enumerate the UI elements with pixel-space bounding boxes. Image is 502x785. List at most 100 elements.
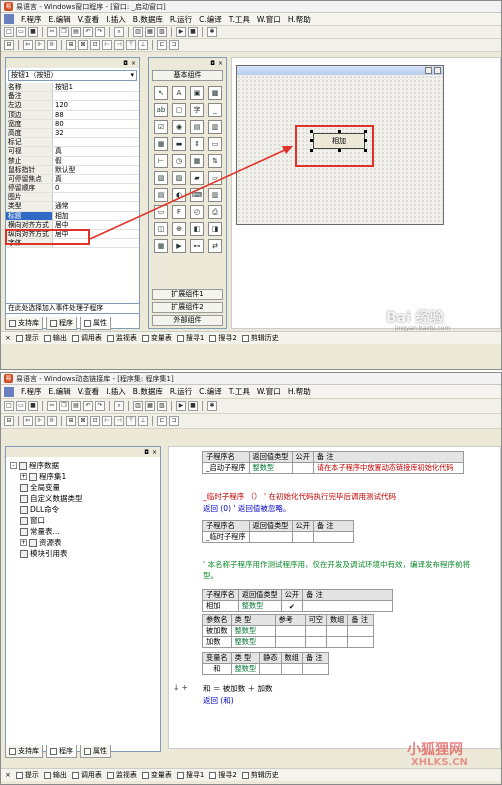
tab-support-lib[interactable]: 支持库 [5,745,43,758]
status-tab[interactable]: 调用表 [71,333,102,343]
cell-sub-name[interactable]: _启动子程序 [202,462,250,474]
status-tab[interactable]: 监视表 [106,770,137,780]
paste-icon[interactable]: ▤ [71,401,81,411]
align-7-icon[interactable]: ⊢ [102,416,112,426]
cell-remark[interactable] [347,625,375,637]
tab-program[interactable]: 程序 [46,745,77,758]
find-icon[interactable]: ⌕ [114,401,124,411]
expand-icon[interactable]: + [20,539,27,546]
cell-ref[interactable] [274,636,306,648]
status-tab[interactable]: 搜寻1 [176,333,204,343]
status-tab[interactable]: 监视表 [106,333,137,343]
cell-remark[interactable] [312,531,354,543]
status-tab[interactable]: 变量表 [141,770,172,780]
cell-ref[interactable] [274,625,306,637]
cell-sub-name[interactable]: 相加 [202,600,239,612]
pin-icon[interactable]: ◘ [144,449,149,456]
tree-item[interactable]: 模块引用表 [10,548,156,559]
layout3-icon[interactable]: ▧ [157,401,167,411]
close-icon[interactable]: × [5,771,11,779]
menu-tools[interactable]: T.工具 [229,386,250,397]
cell-sub-name[interactable]: _临时子程序 [202,531,250,543]
cell-return-type[interactable]: 整数型 [237,600,282,612]
code-add-line[interactable]: 和 ＝ 被加数 ＋ 加数 [203,683,273,694]
layout1-icon[interactable]: ▥ [133,401,143,411]
align-3-icon[interactable]: ⊪ [47,416,57,426]
menu-view[interactable]: V.查看 [78,386,100,397]
tree-item[interactable]: 常量表... [10,526,156,537]
cell-remark[interactable] [347,636,375,648]
cell-return-type[interactable]: 整数型 [248,462,293,474]
menu-help[interactable]: H.帮助 [288,386,311,397]
cell-array[interactable] [280,663,303,675]
align-4-icon[interactable]: ⊞ [66,416,76,426]
comment-line-1[interactable]: ' 本名称子程序用作测试程序用，仅在开发及调试环境中有效，编译发布程序前将 [203,559,470,570]
cell-nullable[interactable] [304,625,327,637]
tree-item[interactable]: 窗口 [10,515,156,526]
cell-var-name[interactable]: 和 [202,663,232,675]
cell-public-check[interactable]: ✔ [280,600,304,612]
align-1-icon[interactable]: ⊨ [23,416,33,426]
status-tab[interactable]: 搜寻2 [209,770,237,780]
menu-database[interactable]: B.数据库 [133,386,163,397]
redo-icon[interactable]: ↷ [95,401,105,411]
cell-var-type[interactable]: 整数型 [230,663,261,675]
open-icon[interactable]: ▭ [16,401,26,411]
align-10-icon[interactable]: ⊥ [138,416,148,426]
status-tab[interactable]: 输出 [43,770,67,780]
menu-compile[interactable]: C.编译 [199,386,222,397]
align-5-icon[interactable]: ⊠ [78,416,88,426]
status-tab[interactable]: 变量表 [141,333,172,343]
close-icon[interactable]: × [152,449,157,456]
tree-item[interactable]: + 程序集1 [10,471,156,482]
close-icon[interactable]: × [5,334,11,342]
run-icon[interactable]: ▶ [176,401,186,411]
collapse-icon[interactable]: - [10,462,17,469]
align-12-icon[interactable]: ⊐ [169,416,179,426]
cell-static[interactable] [259,663,282,675]
code-temp-sub-line[interactable]: _临时子程序 （） ' 在初始化代码执行完毕后调用测试代码 [203,491,396,502]
cell-remark[interactable] [302,600,394,612]
stop-icon[interactable]: ■ [188,401,198,411]
status-tab[interactable]: 剪辑历史 [241,333,279,343]
status-tab[interactable]: 调用表 [71,770,102,780]
status-tab[interactable]: 提示 [15,770,39,780]
cell-param-name[interactable]: 加数 [202,636,232,648]
status-tab[interactable]: 输出 [43,333,67,343]
expand-icon[interactable]: + [20,473,27,480]
cell-public[interactable] [291,462,314,474]
align-2-icon[interactable]: ⊩ [35,416,45,426]
save-icon[interactable]: ■ [28,401,38,411]
tool-icon[interactable]: ✱ [207,401,217,411]
code-return-line[interactable]: 返回 (0) ' 返回值被忽略。 [203,503,290,514]
cell-return-type[interactable] [248,531,293,543]
new-icon[interactable]: □ [4,401,14,411]
tree-item[interactable]: DLL命令 [10,504,156,515]
status-tab[interactable]: 提示 [15,333,39,343]
menu-window[interactable]: W.窗口 [257,386,281,397]
cell-nullable[interactable] [304,636,327,648]
layout2-icon[interactable]: ▦ [145,401,155,411]
cell-param-type[interactable]: 整数型 [230,636,276,648]
cell-array[interactable] [325,636,349,648]
align-6-icon[interactable]: ⊡ [90,416,100,426]
status-tab[interactable]: 搜寻2 [209,333,237,343]
cell-param-name[interactable]: 被加数 [202,625,232,637]
tree-item[interactable]: + 资源表 [10,537,156,548]
menu-run[interactable]: R.运行 [170,386,192,397]
tab-properties[interactable]: 属性 [80,745,111,758]
align-11-icon[interactable]: ⊏ [157,416,167,426]
undo-icon[interactable]: ↶ [83,401,93,411]
menu-program[interactable]: F.程序 [21,386,42,397]
align-8-icon[interactable]: ⊣ [114,416,124,426]
cell-public[interactable] [291,531,314,543]
code-return-sum-line[interactable]: 返回 (和) [203,695,234,706]
align-left-icon[interactable]: ⊟ [4,416,14,426]
code-editor[interactable]: 子程序名 返回值类型 公开 备 注 _启动子程序 整数型 请在本子程序中放置动态… [168,446,501,749]
cell-param-type[interactable]: 整数型 [230,625,276,637]
cell-remark[interactable]: 请在本子程序中放置动态链接库初始化代码 [312,462,464,474]
cut-icon[interactable]: ✂ [47,401,57,411]
menu-insert[interactable]: I.插入 [106,386,126,397]
align-9-icon[interactable]: ⊤ [126,416,136,426]
cell-array[interactable] [325,625,349,637]
